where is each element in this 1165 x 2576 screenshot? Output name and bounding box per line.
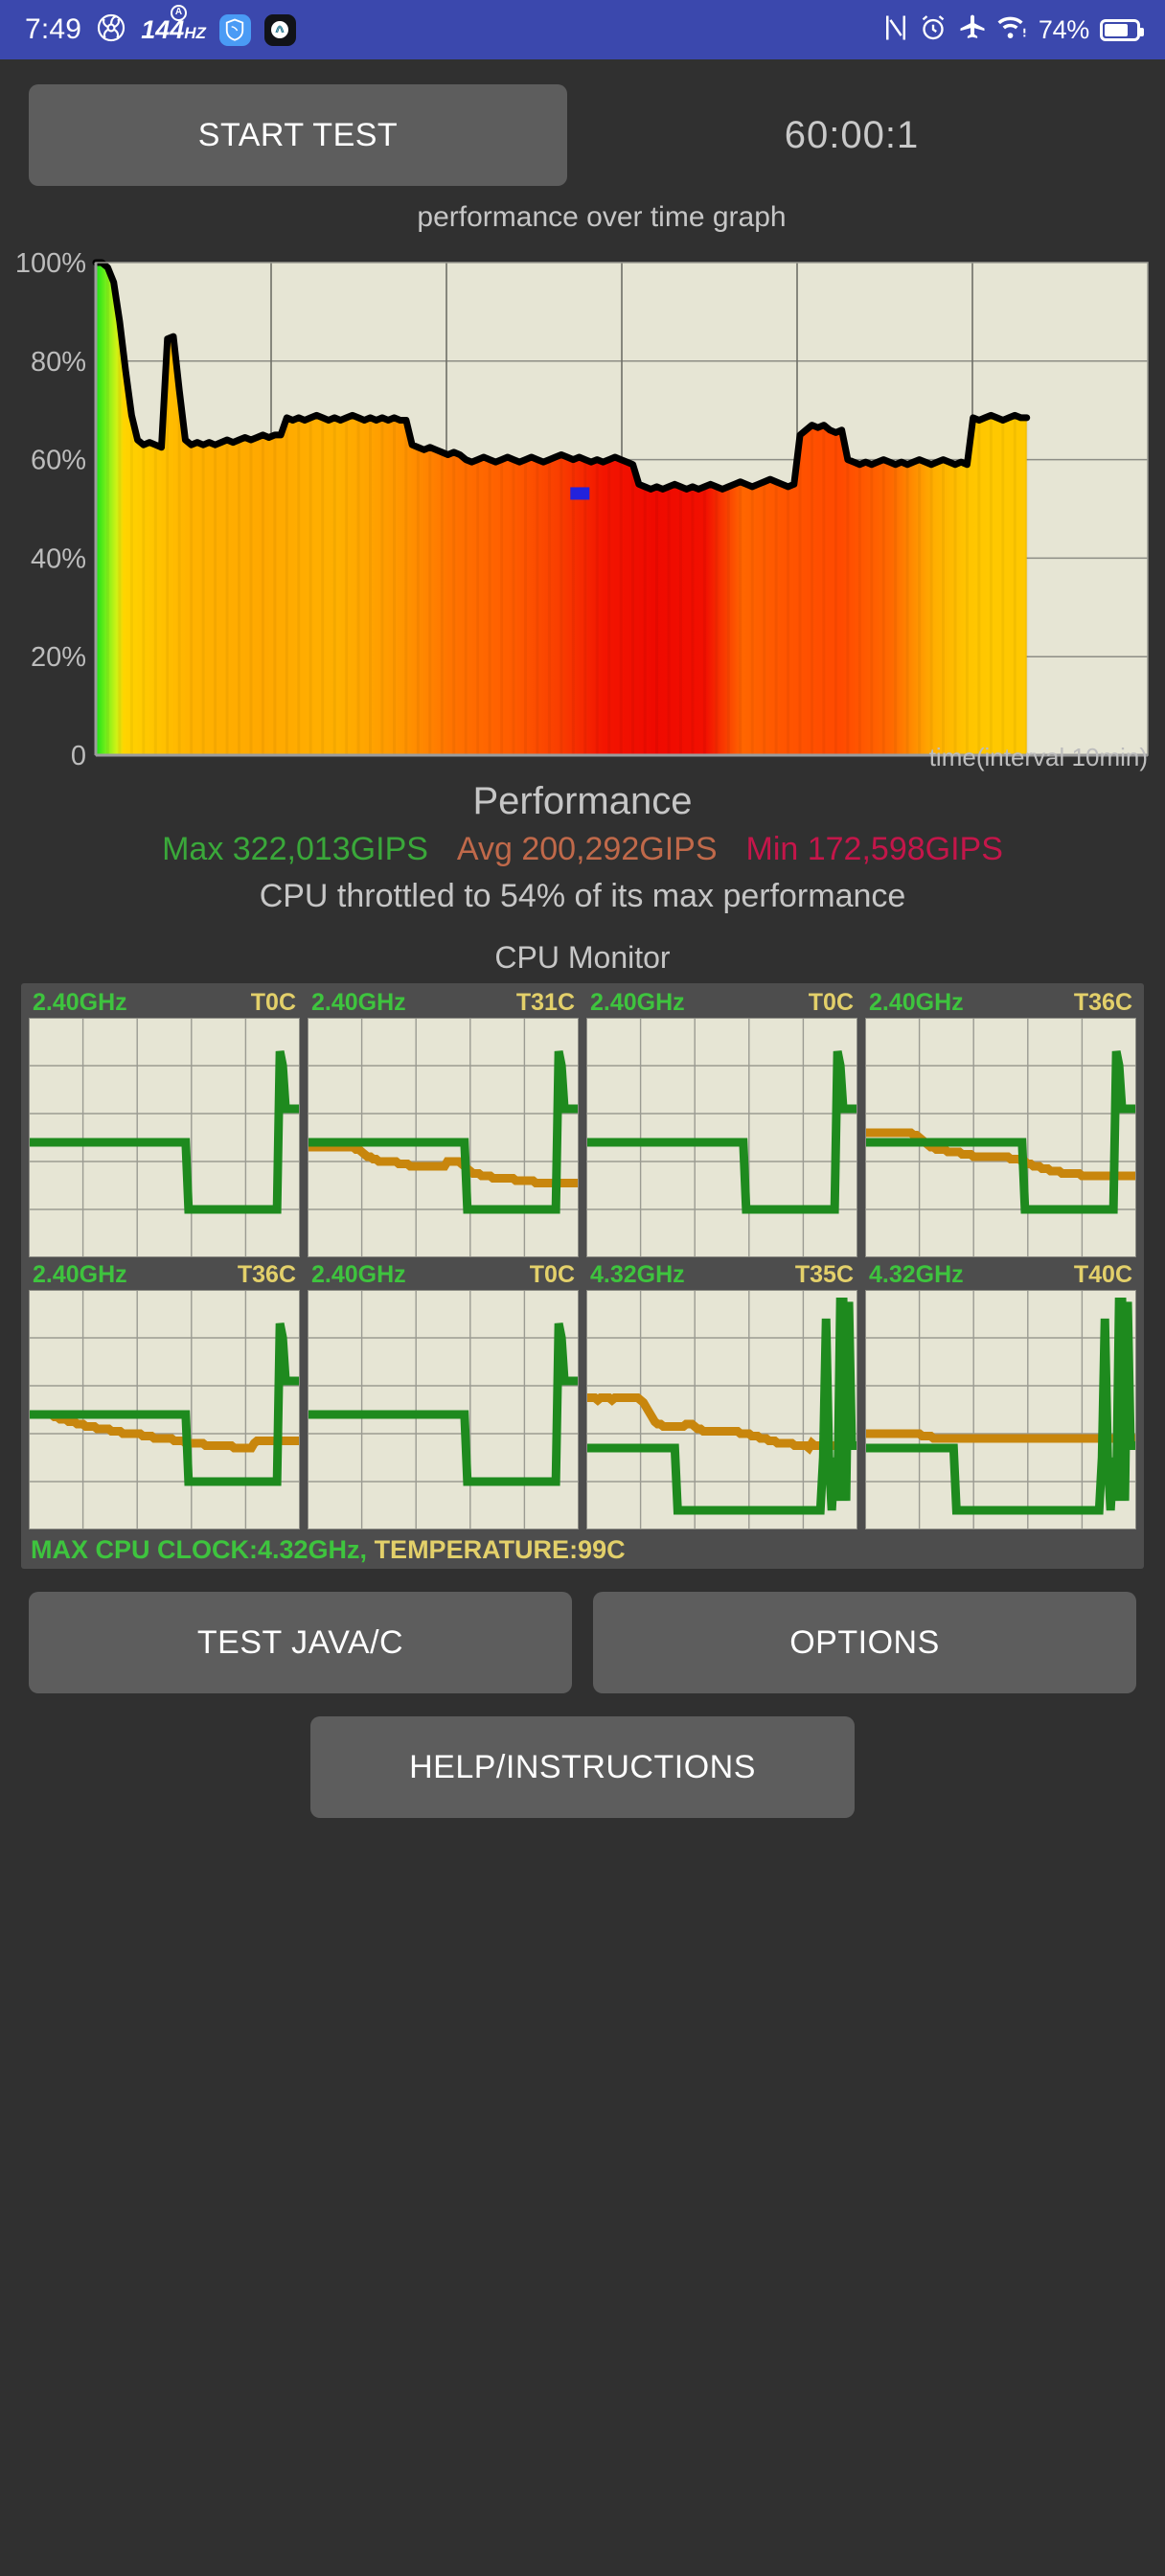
cpu-core-frequency-1: 2.40GHz: [311, 989, 406, 1016]
performance-graph-section: performance over time graph 0 20% 40% 60% 80…: [0, 201, 1165, 774]
svg-text:80%: 80%: [31, 347, 86, 378]
svg-text:60%: 60%: [31, 446, 86, 476]
cpu-core-temperature-4: T36C: [237, 1261, 296, 1288]
performance-heading: Performance: [472, 780, 693, 822]
shield-app-icon: [218, 13, 251, 46]
auto-refresh-badge: A: [170, 4, 187, 21]
cpu-core-chart-7: [865, 1290, 1136, 1530]
performance-chart-svg: 0 20% 40% 60% 80% 100%: [15, 248, 1149, 771]
cpu-core-frequency-3: 2.40GHz: [869, 989, 964, 1016]
svg-text:100%: 100%: [15, 248, 86, 279]
cpu-core-cell-5: 2.40GHz T0C: [304, 1261, 582, 1533]
cpu-max-clock-value: MAX CPU CLOCK:4.32GHz,: [31, 1535, 368, 1564]
cpu-core-temperature-3: T36C: [1073, 989, 1132, 1016]
cpu-core-chart-3: [865, 1018, 1136, 1257]
test-timer: 60:00:1: [784, 113, 920, 156]
cpu-core-label-0: 2.40GHz T0C: [29, 989, 300, 1018]
cpu-core-chart-6: [586, 1290, 857, 1530]
cpu-core-temperature-2: T0C: [808, 989, 854, 1016]
cpu-core-cell-0: 2.40GHz T0C: [25, 989, 304, 1261]
performance-graph-x-axis-label: time(interval 10min): [928, 743, 1148, 771]
alarm-icon: [919, 13, 948, 47]
help-instructions-button[interactable]: HELP/INSTRUCTIONS: [310, 1716, 855, 1818]
cpu-core-frequency-4: 2.40GHz: [33, 1261, 127, 1288]
status-bar-left: 7:49 144HZ A: [25, 4, 296, 49]
cpu-core-cell-6: 4.32GHz T35C: [582, 1261, 861, 1533]
cpu-core-label-5: 2.40GHz T0C: [308, 1261, 579, 1290]
cpu-core-frequency-7: 4.32GHz: [869, 1261, 964, 1288]
cpu-core-label-4: 2.40GHz T36C: [29, 1261, 300, 1290]
cpu-core-frequency-5: 2.40GHz: [311, 1261, 406, 1288]
performance-max-value: Max 322,013GIPS: [162, 831, 428, 867]
cpu-core-temperature-6: T35C: [794, 1261, 854, 1288]
svg-text:40%: 40%: [31, 543, 86, 574]
cpu-core-temperature-1: T31C: [515, 989, 575, 1016]
airplane-mode-icon: [958, 13, 987, 47]
cpu-core-frequency-2: 2.40GHz: [590, 989, 685, 1016]
action-buttons-row: TEST JAVA/C OPTIONS: [0, 1569, 1165, 1693]
status-bar-clock: 7:49: [25, 13, 82, 45]
options-button[interactable]: OPTIONS: [593, 1592, 1136, 1693]
battery-percent-label: 74%: [1038, 14, 1089, 44]
cpu-core-cell-7: 4.32GHz T40C: [861, 1261, 1140, 1533]
cpu-core-cell-4: 2.40GHz T36C: [25, 1261, 304, 1533]
cpu-core-label-2: 2.40GHz T0C: [586, 989, 857, 1018]
status-bar-right: 74%: [883, 13, 1144, 47]
cpu-core-chart-1: [308, 1018, 579, 1257]
cpu-core-frequency-6: 4.32GHz: [590, 1261, 685, 1288]
performance-summary: Performance Max 322,013GIPS Avg 200,292G…: [0, 780, 1165, 915]
status-bar: 7:49 144HZ A 74%: [0, 0, 1165, 59]
cpu-core-label-7: 4.32GHz T40C: [865, 1261, 1136, 1290]
cpu-core-chart-0: [29, 1018, 300, 1257]
start-test-button[interactable]: START TEST: [29, 84, 567, 186]
refresh-rate-indicator: 144HZ A: [141, 4, 206, 45]
performance-graph-title: performance over time graph: [417, 201, 787, 233]
cpu-core-row-bottom: 2.40GHz T36C 2.40GHz T0C 4.32GHz T35C 4.32GHz T…: [25, 1261, 1140, 1533]
fan-icon: [95, 12, 127, 49]
cpu-core-chart-4: [29, 1290, 300, 1530]
cpu-core-frequency-0: 2.40GHz: [33, 989, 127, 1016]
svg-text:20%: 20%: [31, 642, 86, 673]
cpu-core-row-top: 2.40GHz T0C 2.40GHz T31C 2.40GHz T0C 2.40GHz T3…: [25, 989, 1140, 1261]
cpu-core-temperature-0: T0C: [250, 989, 296, 1016]
throttle-status-text: CPU throttled to 54% of its max performa…: [259, 878, 906, 914]
performance-avg-value: Avg 200,292GIPS: [456, 831, 718, 867]
cpu-core-chart-2: [586, 1018, 857, 1257]
cpu-monitor-status-line: MAX CPU CLOCK:4.32GHz, TEMPERATURE:99C: [25, 1533, 1140, 1569]
cpu-core-cell-2: 2.40GHz T0C: [582, 989, 861, 1261]
top-controls-row: START TEST 60:00:1: [0, 59, 1165, 186]
cpu-core-temperature-7: T40C: [1073, 1261, 1132, 1288]
nfc-icon: [883, 13, 908, 47]
performance-min-value: Min 172,598GIPS: [745, 831, 1003, 867]
cpu-core-label-6: 4.32GHz T35C: [586, 1261, 857, 1290]
cpu-core-cell-1: 2.40GHz T31C: [304, 989, 582, 1261]
cpu-core-cell-3: 2.40GHz T36C: [861, 989, 1140, 1261]
cpu-monitor-title: CPU Monitor: [494, 940, 671, 975]
cpu-core-label-1: 2.40GHz T31C: [308, 989, 579, 1018]
test-java-c-button[interactable]: TEST JAVA/C: [29, 1592, 572, 1693]
help-button-row: HELP/INSTRUCTIONS: [0, 1693, 1165, 1818]
performance-metrics-row: Max 322,013GIPS Avg 200,292GIPS Min 172,…: [0, 831, 1165, 868]
cpu-core-chart-5: [308, 1290, 579, 1530]
battery-icon: [1100, 18, 1144, 41]
cpu-core-label-3: 2.40GHz T36C: [865, 989, 1136, 1018]
cpu-monitor-panel: 2.40GHz T0C 2.40GHz T31C 2.40GHz T0C 2.40GHz T3…: [21, 983, 1144, 1569]
svg-text:0: 0: [71, 741, 86, 771]
dark-app-icon: [263, 13, 296, 46]
wifi-icon: [997, 13, 1028, 47]
cpu-core-temperature-5: T0C: [529, 1261, 575, 1288]
cpu-temperature-value: TEMPERATURE:99C: [374, 1535, 626, 1564]
performance-graph-canvas: 0 20% 40% 60% 80% 100% time(interval 10min): [0, 238, 1165, 774]
